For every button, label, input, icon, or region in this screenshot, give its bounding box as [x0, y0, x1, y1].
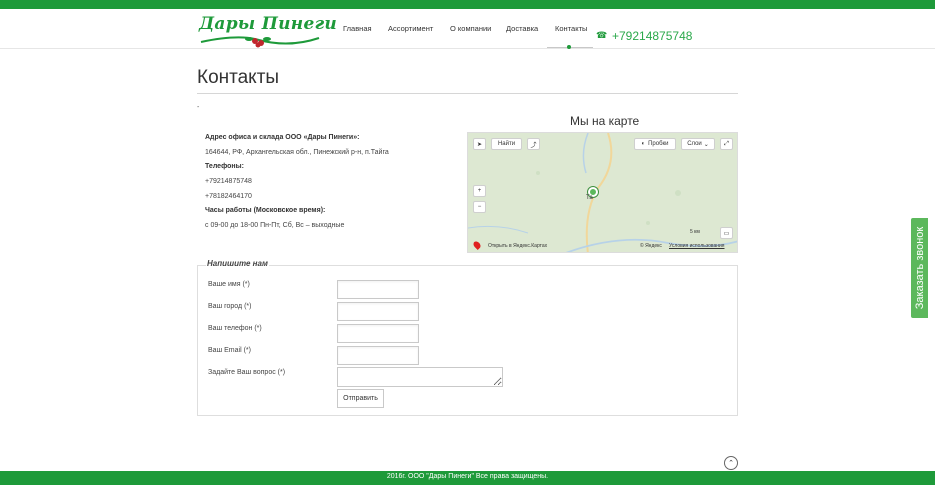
yandex-map[interactable]: ➤ Найти ⤴ ◐ Пробки Слои ⌄ ⤢ + − Та 5 км …	[467, 132, 738, 253]
chevron-up-icon: ⌃	[728, 459, 734, 467]
question-label: Задайте Ваш вопрос (*)	[208, 369, 286, 376]
contact-form	[197, 265, 738, 416]
email-label: Ваш Email (*)	[208, 347, 251, 354]
traffic-button[interactable]: ◐ Пробки	[634, 138, 676, 150]
address-label: Адрес офиса и склада ООО «Дары Пинеги»:	[205, 134, 360, 141]
nav-contacts[interactable]: Контакты	[555, 24, 587, 33]
nav-assortment[interactable]: Ассортимент	[388, 24, 433, 33]
traffic-label: Пробки	[648, 141, 669, 147]
map-scale: 5 км	[690, 229, 700, 235]
page-title: Контакты	[197, 67, 280, 88]
map-title: Мы на карте	[570, 114, 640, 128]
map-terms-link[interactable]: Условия использования	[669, 243, 725, 249]
phone-label: Ваш телефон (*)	[208, 325, 262, 332]
nav-about[interactable]: О компании	[450, 24, 491, 33]
layers-label: Слои	[687, 141, 702, 147]
top-bar	[0, 0, 935, 9]
nav-active-dot	[567, 45, 571, 49]
layers-button[interactable]: Слои ⌄	[681, 138, 715, 150]
hours-label: Часы работы (Московское время):	[205, 207, 326, 214]
scroll-to-top-button[interactable]: ⌃	[724, 456, 738, 470]
city-label: Ваш город (*)	[208, 303, 252, 310]
map-terrain	[468, 133, 737, 252]
hours-value: с 09-00 до 18-00 Пн-Пт, Сб, Вс – выходны…	[205, 222, 345, 229]
map-copyright: © Яндекс	[640, 243, 662, 249]
logo[interactable]: Дары Пинеги	[199, 14, 337, 48]
site-header: Дары Пинеги Главная Ассортимент О компан…	[0, 9, 935, 49]
city-input[interactable]	[337, 302, 419, 321]
traffic-icon: ◐	[641, 141, 646, 147]
question-textarea[interactable]	[337, 367, 503, 387]
fullscreen-button[interactable]: ⤢	[720, 138, 733, 150]
map-find-button[interactable]: Найти	[491, 138, 522, 150]
nav-home[interactable]: Главная	[343, 24, 372, 33]
title-divider	[197, 93, 738, 94]
callback-label[interactable]: Заказать звонок	[914, 227, 926, 309]
phone-2: +78182464170	[205, 193, 252, 200]
form-legend: Напишите нам	[206, 259, 269, 268]
footer-copyright: 2016г. ООО "Дары Пинеги" Все права защищ…	[386, 473, 549, 480]
phones-label: Телефоны:	[205, 163, 244, 170]
map-place-label: Та	[586, 195, 593, 201]
zoom-out-button[interactable]: −	[473, 201, 486, 213]
site-footer: 2016г. ООО "Дары Пинеги" Все права защищ…	[0, 471, 935, 485]
name-input[interactable]	[337, 280, 419, 299]
route-button[interactable]: ⤴	[527, 138, 540, 150]
address-value: 164644, РФ, Архангельская обл., Пинежски…	[205, 149, 389, 156]
dash-text: -	[197, 104, 200, 111]
logo-berries-icon	[200, 36, 320, 48]
zoom-in-button[interactable]: +	[473, 185, 486, 197]
phone-icon: ☎	[596, 30, 608, 40]
submit-button[interactable]: Отправить	[337, 389, 384, 408]
geolocation-button[interactable]: ➤	[473, 138, 486, 150]
email-input[interactable]	[337, 346, 419, 365]
phone-input[interactable]	[337, 324, 419, 343]
phone-1: +79214875748	[205, 178, 252, 185]
chevron-down-icon: ⌄	[703, 141, 709, 148]
header-phone[interactable]: +79214875748	[612, 29, 692, 43]
nav-delivery[interactable]: Доставка	[506, 24, 538, 33]
ruler-button[interactable]: ▭	[720, 227, 733, 239]
name-label: Ваше имя (*)	[208, 281, 250, 288]
open-in-yandex-link[interactable]: Открыть в Яндекс.Картах	[488, 243, 547, 249]
